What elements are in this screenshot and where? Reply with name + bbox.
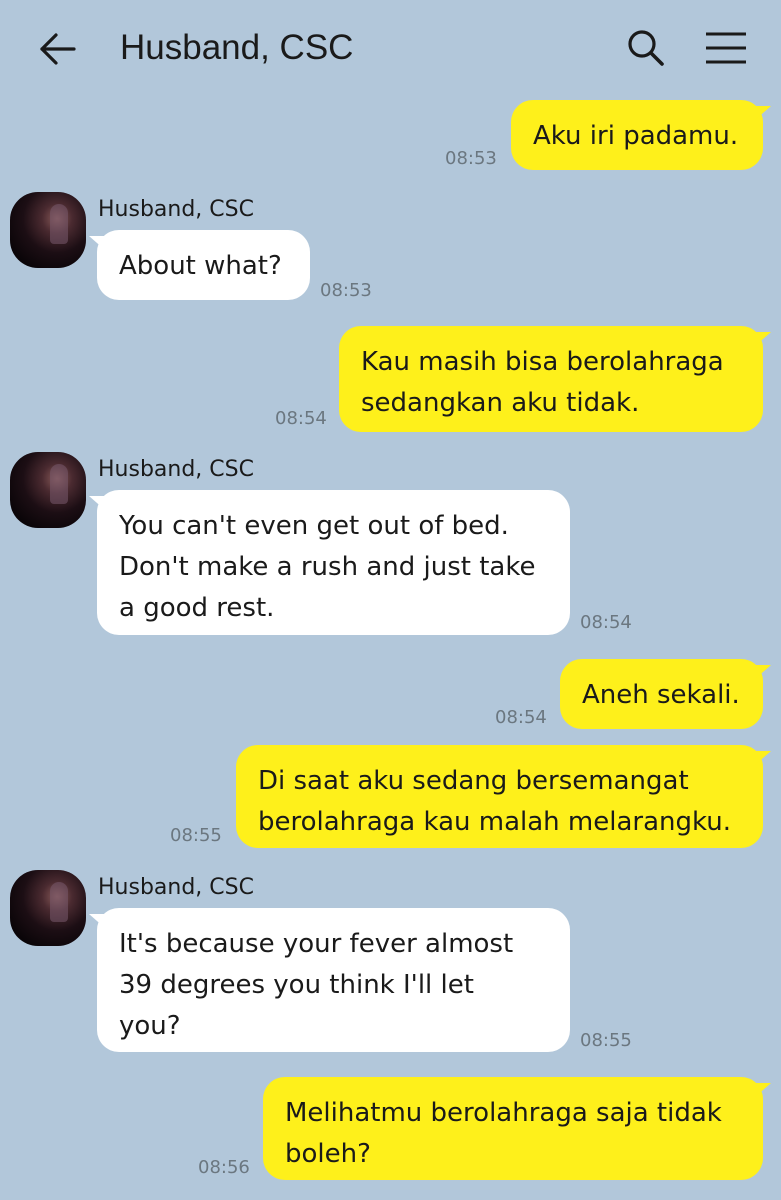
menu-button[interactable] — [704, 26, 748, 70]
chat-title: Husband, CSC — [120, 28, 354, 67]
hamburger-menu-icon — [706, 32, 746, 64]
message-timestamp: 08:56 — [198, 1157, 250, 1178]
arrow-left-icon — [40, 33, 76, 65]
message-timestamp: 08:55 — [170, 825, 222, 846]
their-message-bubble[interactable]: About what? — [89, 230, 310, 300]
their-message-bubble[interactable]: You can't even get out of bed. Don't mak… — [89, 490, 570, 635]
message-timestamp: 08:55 — [580, 1030, 632, 1051]
sender-name: Husband, CSC — [98, 875, 254, 900]
contact-avatar[interactable] — [10, 870, 86, 946]
back-button[interactable] — [34, 26, 80, 72]
my-message-bubble[interactable]: Aku iri padamu. — [511, 100, 771, 170]
sender-name: Husband, CSC — [98, 197, 254, 222]
my-message-bubble[interactable]: Kau masih bisa berolahraga sedangkan aku… — [339, 326, 771, 432]
their-message-bubble[interactable]: It's because your fever almost 39 degree… — [89, 908, 570, 1052]
my-message-bubble[interactable]: Melihatmu berolahraga saja tidak boleh? — [263, 1077, 771, 1180]
my-message-bubble[interactable]: Di saat aku sedang bersemangat berolahra… — [236, 745, 771, 848]
search-button[interactable] — [624, 26, 668, 70]
message-timestamp: 08:54 — [495, 707, 547, 728]
message-timestamp: 08:53 — [445, 148, 497, 169]
message-timestamp: 08:53 — [320, 280, 372, 301]
message-timestamp: 08:54 — [580, 612, 632, 633]
chat-header: Husband, CSC — [0, 0, 781, 96]
sender-name: Husband, CSC — [98, 457, 254, 482]
message-timestamp: 08:54 — [275, 408, 327, 429]
contact-avatar[interactable] — [10, 192, 86, 268]
my-message-bubble[interactable]: Aneh sekali. — [560, 659, 771, 729]
contact-avatar[interactable] — [10, 452, 86, 528]
search-icon — [628, 30, 664, 66]
